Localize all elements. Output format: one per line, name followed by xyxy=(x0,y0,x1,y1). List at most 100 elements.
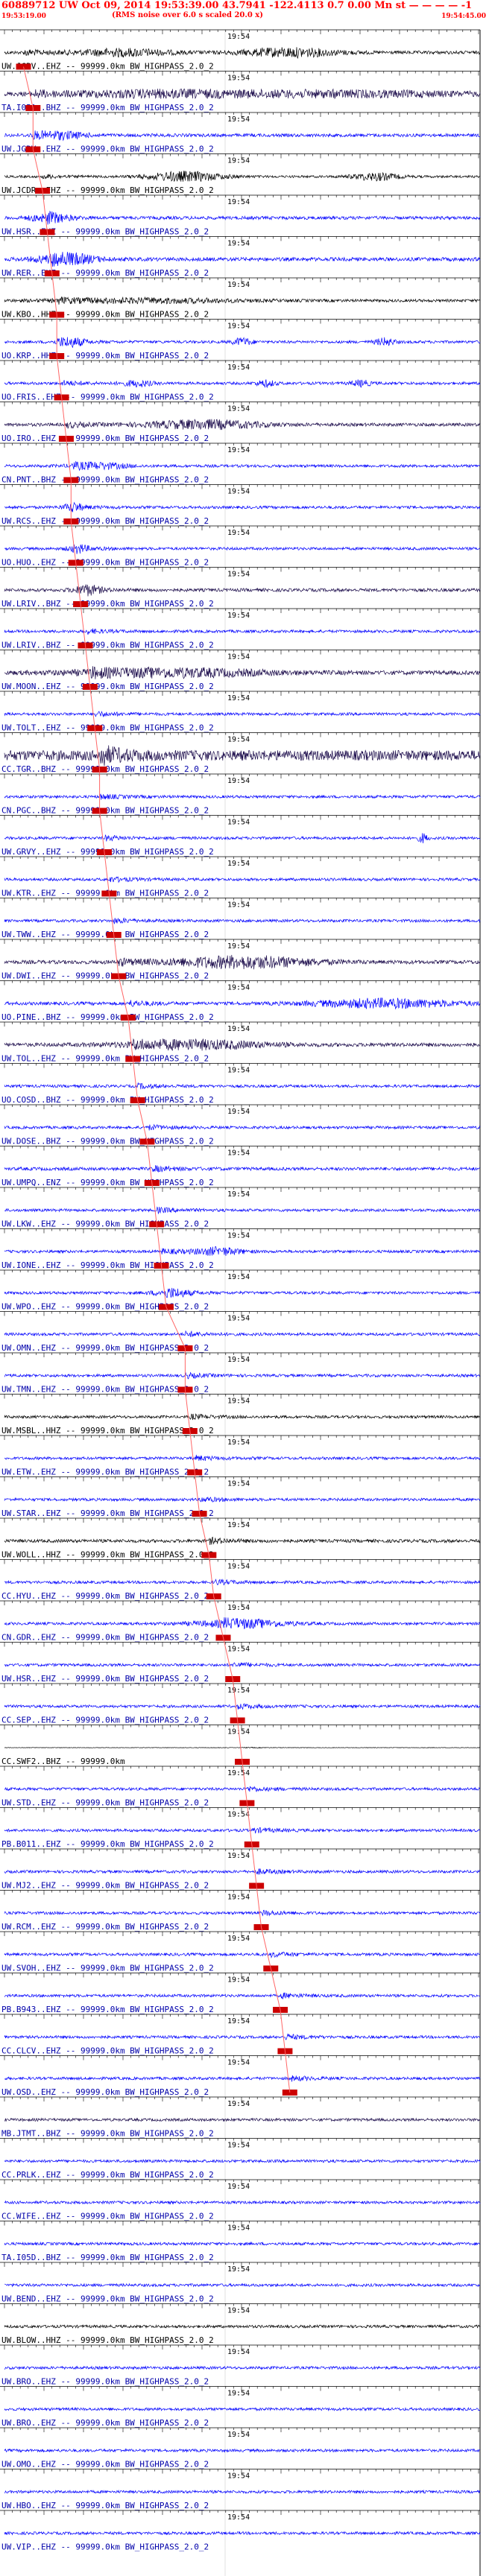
minute-label: 19:54 xyxy=(227,2472,250,2481)
trace-row: 19:54 CN.GDR..EHZ -- 99999.0km BW_HIGHPAS… xyxy=(0,1600,481,1643)
trace-row: 19:54TA.I05A..BHZ -- 99999.0km BW_HIGHPA… xyxy=(0,71,481,112)
trace-row: 19:54 UW.BEND..EHZ -- 99999.0km BW_HIGHPA… xyxy=(0,2262,481,2304)
minute-label: 19:54 xyxy=(227,2390,250,2398)
station-label: UW.BRO..EHZ -- 99999.0km BW_HIGHPASS_2.0… xyxy=(1,2377,209,2387)
trace-row: 19:54 PB.B011..EHZ -- 99999.0km BW_HIGHPA… xyxy=(0,1807,480,1849)
trace-row: 19:54UW.GRVY..EHZ -- 99999.0km BW_HIGHPA… xyxy=(0,815,481,857)
minute-label: 19:54 xyxy=(227,1438,250,1447)
trace-row: 19:54 CC.CLCV..EHZ -- 99999.0km BW_HIGHPA… xyxy=(0,2014,481,2056)
station-label: UW.BRO..EHZ -- 99999.0km BW_HIGHPASS_2.0… xyxy=(1,2418,209,2428)
minute-label: 19:54 xyxy=(227,1604,250,1612)
station-label: UW.TMN..EHZ -- 99999.0km BW_HIGHPASS_2.0… xyxy=(1,1385,209,1395)
minute-label: 19:54 xyxy=(227,777,250,785)
trace-row: 19:54 UW.TMN..EHZ -- 99999.0km BW_HIGHPAS… xyxy=(0,1352,481,1395)
trace-row: 19:54 UW.DOSE..BHZ -- 99999.0km BW_HIGHPA… xyxy=(0,1104,481,1146)
minute-label: 19:54 xyxy=(227,115,250,124)
minute-label: 19:54 xyxy=(227,2100,250,2108)
trace-row: 19:54 UO.FRIS..EHZ -- 99999.0km BW_HIGHPA… xyxy=(0,360,481,402)
station-label: UW.LRIV..BHZ -- 99999.0km BW_HIGHPASS_2.… xyxy=(1,641,214,650)
minute-label: 19:54 xyxy=(227,942,250,951)
station-label: UW.IONE..EHZ -- 99999.0km BW_HIGHPASS_2.… xyxy=(1,1260,214,1270)
minute-label: 19:54 xyxy=(227,1190,250,1199)
waveform xyxy=(4,584,481,597)
trace-row: 19:54 CC.WIFE..EHZ -- 99999.0km BW_HIGHPA… xyxy=(0,2179,481,2221)
waveform xyxy=(4,210,481,225)
trace-row: 19:54 UW.MOON..EHZ -- 99999.0km BW_HIGHPA… xyxy=(0,650,481,691)
station-label: UW.RCS..EHZ -- 99999.0km BW_HIGHPASS_2.0… xyxy=(1,516,209,526)
trace-row: 19:54 UW.MJ2..EHZ -- 99999.0km BW_HIGHPAS… xyxy=(0,1848,481,1891)
station-label: UO.FRIS..EHZ -- 99999.0km BW_HIGHPASS_2.… xyxy=(1,393,214,402)
waveform xyxy=(4,337,481,348)
station-label: CN.GDR..EHZ -- 99999.0km BW_HIGHPASS_2.0… xyxy=(1,1633,209,1643)
trace-row: 19:54 UW.TOL..EHZ -- 99999.0km BW_HIGHPAS… xyxy=(0,1021,481,1064)
trace-row: 19:54 UW.LRIV..BHZ -- 99999.0km BW_HIGHPA… xyxy=(0,567,481,609)
waveform xyxy=(4,666,481,680)
trace-row: 19:54 UW.RCS..EHZ -- 99999.0km BW_HIGHPAS… xyxy=(0,484,481,526)
minute-label: 19:54 xyxy=(227,1315,250,1323)
station-label: UW.WPO..EHZ -- 99999.0km BW_HIGHPASS_2.0… xyxy=(1,1302,209,1312)
station-label: TA.I05D..BHZ -- 99999.0km BW_HIGHPASS_2.… xyxy=(1,2253,214,2262)
minute-label: 19:54 xyxy=(227,694,250,702)
station-label: PB.B011..EHZ -- 99999.0km BW_HIGHPASS_2.… xyxy=(1,1839,214,1849)
minute-label: 19:54 xyxy=(227,1149,250,1158)
station-label: UW.OMN..EHZ -- 99999.0km BW_HIGHPASS_2.0… xyxy=(1,1343,209,1353)
minute-label: 19:54 xyxy=(227,446,250,454)
trace-row: 19:54 CC.HYU..EHZ -- 99999.0km BW_HIGHPAS… xyxy=(0,1559,481,1601)
station-label: UW.VIP..EHZ -- 99999.0km BW_HIGHPASS_2.0… xyxy=(1,2542,209,2552)
waveform xyxy=(4,793,481,800)
trace-row: 19:54 UW.STD..EHZ -- 99999.0km BW_HIGHPAS… xyxy=(0,1766,481,1808)
minute-label: 19:54 xyxy=(227,405,250,413)
trace-row: 19:54 UW.LKW..EHZ -- 99999.0km BW_HIGHPAS… xyxy=(0,1187,481,1229)
trace-row: 19:54 UO.KRP..HHZ -- 99999.0km BW_HIGHPAS… xyxy=(0,319,481,361)
trace-row: 19:54 UW.OSD..EHZ -- 99999.0km BW_HIGHPAS… xyxy=(0,2055,481,2097)
minute-label: 19:54 xyxy=(227,2224,250,2233)
trace-row: 19:54 UW.JGRV..EHZ -- 99999.0km BW_HIGHPA… xyxy=(0,29,481,72)
trace-row: 19:54 UW.ETW..EHZ -- 99999.0km BW_HIGHPAS… xyxy=(0,1435,481,1477)
waveform xyxy=(4,954,481,970)
minute-label: 19:54 xyxy=(227,33,250,41)
waveform xyxy=(4,1746,481,1749)
trace-row: 19:54 UW.OMN..EHZ -- 99999.0km BW_HIGHPAS… xyxy=(0,1311,481,1353)
minute-label: 19:54 xyxy=(227,1521,250,1529)
waveform xyxy=(4,1909,481,1917)
trace-row: 19:54 UW.HSR..EHZ -- 99999.0km BW_HIGHPAS… xyxy=(0,1642,481,1684)
station-label: UW.MSBL..HHZ -- 99999.0km BW_HIGHPASS_2.… xyxy=(1,1426,214,1435)
waveform xyxy=(4,917,481,924)
waveform xyxy=(4,501,481,513)
station-label: UW.OSD..EHZ -- 99999.0km BW_HIGHPASS_2.0… xyxy=(1,2087,209,2097)
station-label: UW.TOL..EHZ -- 99999.0km BW_HIGHPASS_2.0… xyxy=(1,1054,209,1064)
minute-label: 19:54 xyxy=(227,1935,250,1943)
station-label: UW.LRIV..BHZ -- 99999.0km BW_HIGHPASS_2.… xyxy=(1,599,214,609)
station-label: UW.HSR..EHZ -- 99999.0km BW_HIGHPASS_2.0… xyxy=(1,1674,209,1684)
station-label: UW.ETW..EHZ -- 99999.0km BW_HIGHPASS_2.0… xyxy=(1,1468,209,1477)
trace-row: 19:54 UO.COSD..BHZ -- 99999.0km BW_HIGHPA… xyxy=(0,1063,481,1105)
trace-row: 19:54 CC.SEP..EHZ -- 99999.0km BW_HIGHPAS… xyxy=(0,1683,481,1725)
waveform xyxy=(4,628,481,635)
minute-label: 19:54 xyxy=(227,1687,250,1695)
waveform xyxy=(4,419,481,431)
waveform xyxy=(4,2200,481,2205)
minute-label: 19:54 xyxy=(227,2265,250,2274)
waveform xyxy=(4,1951,481,1959)
waveform xyxy=(4,1371,481,1380)
minute-label: 19:54 xyxy=(227,984,250,992)
trace-row: 19:54 UW.TWW..EHZ -- 99999.0km BW_HIGHPAS… xyxy=(0,898,481,939)
waveform xyxy=(4,2365,481,2370)
trace-row: 19:54 UW.DWI..EHZ -- 99999.0km BW_HIGHPAS… xyxy=(0,939,481,981)
waveform xyxy=(4,88,481,100)
trace-row: 19:54 MB.JTMT..BHZ -- 99999.0km BW_HIGHPA… xyxy=(0,2096,481,2139)
waveform xyxy=(4,1703,481,1710)
trace-row: 19:54UW.KTR..EHZ -- 99999.0km BW_HIGHPAS… xyxy=(0,856,481,898)
minute-label: 19:54 xyxy=(227,2431,250,2439)
waveform xyxy=(4,1165,481,1173)
station-label: CC.HYU..EHZ -- 99999.0km BW_HIGHPASS_2.0… xyxy=(1,1591,209,1601)
trace-row: 19:54 PB.B943..EHZ -- 99999.0km BW_HIGHPA… xyxy=(0,1973,481,2014)
trace-row: 19:54CC.TGR..BHZ -- 99999.0km BW_HIGHPAS… xyxy=(0,732,481,774)
minute-label: 19:54 xyxy=(227,1852,250,1860)
waveform xyxy=(4,379,481,389)
waveform xyxy=(4,833,481,844)
trace-row: 19:54 UW.OMO..EHZ -- 99999.0km BW_HIGHPAS… xyxy=(0,2427,480,2469)
station-label: CC.WIFE..EHZ -- 99999.0km BW_HIGHPASS_2.… xyxy=(1,2212,214,2221)
waveform xyxy=(4,1454,481,1462)
minute-label: 19:54 xyxy=(227,157,250,165)
